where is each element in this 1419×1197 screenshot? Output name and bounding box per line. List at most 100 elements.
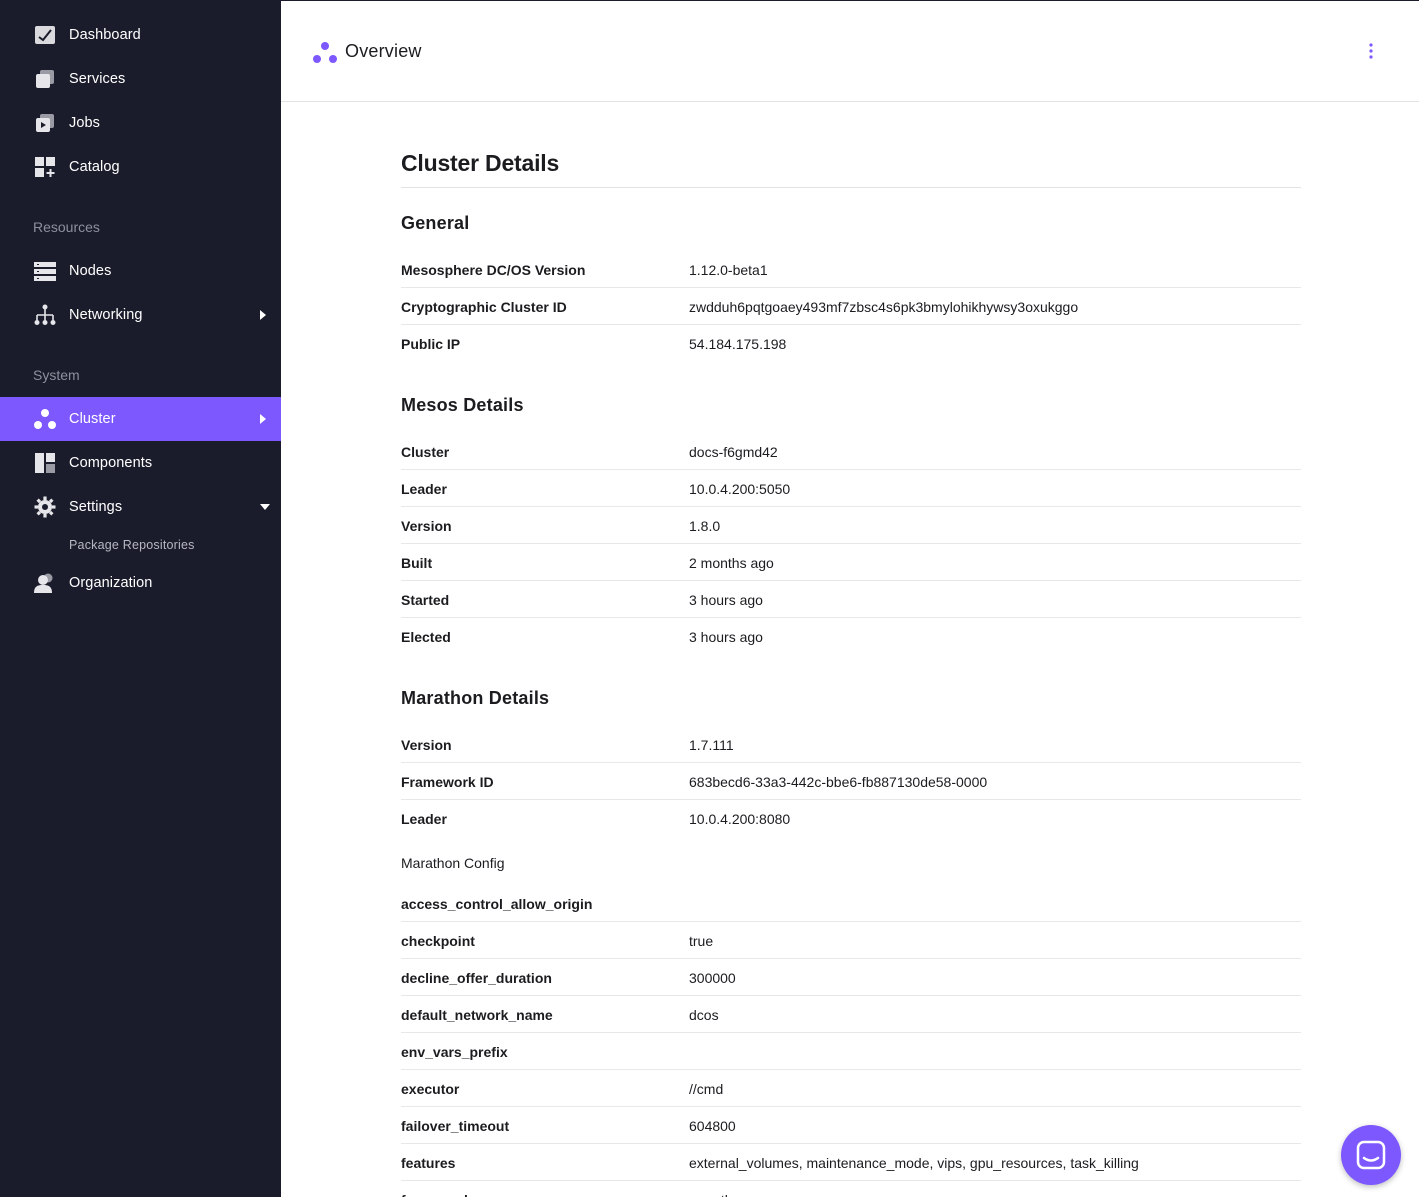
- detail-value: docs-f6gmd42: [689, 444, 778, 460]
- detail-value: dcos: [689, 1007, 719, 1023]
- sidebar-item-label: Components: [69, 455, 153, 471]
- detail-row: framework_name marathon: [401, 1181, 1301, 1197]
- detail-row: decline_offer_duration 300000: [401, 959, 1301, 996]
- detail-key: Framework ID: [401, 774, 494, 790]
- sidebar-item-components[interactable]: Components: [0, 441, 281, 485]
- detail-value: zwdduh6pqtgoaey493mf7zbsc4s6pk3bmylohikh…: [689, 299, 1079, 315]
- cluster-details-heading: Cluster Details: [401, 150, 560, 176]
- divider: [401, 187, 1301, 188]
- detail-key: Cluster: [401, 444, 450, 460]
- detail-key: env_vars_prefix: [401, 1044, 508, 1060]
- detail-key: Version: [401, 518, 452, 534]
- services-icon: [36, 70, 54, 88]
- detail-key: checkpoint: [401, 933, 475, 949]
- catalog-icon: [35, 157, 55, 177]
- mesos-details-heading: Mesos Details: [401, 395, 524, 415]
- sidebar-item-catalog[interactable]: Catalog: [0, 145, 281, 189]
- detail-row: env_vars_prefix: [401, 1033, 1301, 1070]
- sidebar-item-cluster[interactable]: Cluster: [0, 397, 281, 441]
- sidebar-item-label: Services: [69, 71, 126, 87]
- detail-value: 1.8.0: [689, 518, 721, 534]
- sidebar-section-resources: Resources: [33, 219, 100, 235]
- dashboard-icon: [35, 26, 55, 44]
- nodes-icon: [34, 262, 56, 281]
- app-root: Dashboard Services Jobs Catalog Resource…: [0, 0, 1419, 1197]
- sidebar: Dashboard Services Jobs Catalog Resource…: [0, 0, 281, 1197]
- sidebar-item-dashboard[interactable]: Dashboard: [0, 13, 281, 57]
- detail-value: 10.0.4.200:8080: [689, 811, 791, 827]
- detail-key: features: [401, 1155, 456, 1171]
- detail-value: external_volumes, maintenance_mode, vips…: [689, 1155, 1139, 1171]
- detail-row: Cluster docs-f6gmd42: [401, 433, 1301, 470]
- detail-value: 10.0.4.200:5050: [689, 481, 791, 497]
- detail-row: Leader 10.0.4.200:5050: [401, 470, 1301, 507]
- sidebar-item-label: Nodes: [69, 263, 112, 279]
- detail-value: 54.184.175.198: [689, 336, 787, 352]
- detail-key: Leader: [401, 481, 447, 497]
- detail-row: default_network_name dcos: [401, 996, 1301, 1033]
- detail-value: 604800: [689, 1118, 736, 1134]
- detail-key: decline_offer_duration: [401, 970, 552, 986]
- sidebar-item-label: Catalog: [69, 159, 120, 175]
- detail-key: Built: [401, 555, 433, 571]
- detail-key: Elected: [401, 629, 451, 645]
- detail-value: 3 hours ago: [689, 629, 763, 645]
- detail-value: true: [689, 933, 714, 949]
- marathon-config-label: Marathon Config: [401, 855, 505, 871]
- detail-key: Public IP: [401, 336, 461, 352]
- detail-row: Leader 10.0.4.200:8080: [401, 800, 1301, 837]
- detail-key: Cryptographic Cluster ID: [401, 299, 567, 315]
- components-icon: [35, 453, 55, 473]
- detail-row: Built 2 months ago: [401, 544, 1301, 581]
- chevron-right-icon: [260, 414, 266, 424]
- detail-row: failover_timeout 604800: [401, 1107, 1301, 1144]
- organization-icon: [34, 573, 53, 593]
- networking-icon: [34, 304, 56, 325]
- sidebar-item-label: Networking: [69, 307, 143, 323]
- sidebar-item-services[interactable]: Services: [0, 57, 281, 101]
- detail-key: Version: [401, 737, 452, 753]
- detail-key: framework_name: [401, 1192, 516, 1197]
- chat-icon: [1356, 1140, 1386, 1170]
- detail-row: executor //cmd: [401, 1070, 1301, 1107]
- gear-icon: [34, 496, 56, 518]
- sidebar-item-networking[interactable]: Networking: [0, 293, 281, 337]
- marathon-details-heading: Marathon Details: [401, 688, 550, 708]
- detail-row: features external_volumes, maintenance_mo…: [401, 1144, 1301, 1181]
- detail-key: default_network_name: [401, 1007, 553, 1023]
- more-options-icon[interactable]: [1363, 41, 1379, 61]
- detail-row: Public IP 54.184.175.198: [401, 325, 1301, 362]
- detail-row: checkpoint true: [401, 922, 1301, 959]
- sidebar-subitem-package-repositories[interactable]: Package Repositories: [69, 538, 195, 552]
- sidebar-section-system: System: [33, 367, 80, 383]
- sidebar-item-nodes[interactable]: Nodes: [0, 249, 281, 293]
- detail-value: //cmd: [689, 1081, 724, 1097]
- chevron-down-icon: [260, 504, 270, 510]
- chevron-right-icon: [260, 310, 266, 320]
- sidebar-item-jobs[interactable]: Jobs: [0, 101, 281, 145]
- detail-key: Started: [401, 592, 450, 608]
- jobs-icon: [36, 114, 54, 132]
- cluster-icon: [34, 409, 56, 429]
- sidebar-item-settings[interactable]: Settings: [0, 485, 281, 529]
- page-title: Overview: [345, 41, 422, 61]
- detail-row: Elected 3 hours ago: [401, 618, 1301, 655]
- detail-row: Version 1.7.111: [401, 726, 1301, 763]
- detail-row: access_control_allow_origin: [401, 885, 1301, 922]
- sidebar-item-organization[interactable]: Organization: [0, 561, 281, 605]
- page-header: Overview: [281, 0, 1419, 102]
- detail-key: Mesosphere DC/OS Version: [401, 262, 586, 278]
- detail-value: marathon: [689, 1192, 748, 1197]
- sidebar-item-label: Jobs: [69, 115, 101, 131]
- detail-value: 2 months ago: [689, 555, 774, 571]
- detail-row: Framework ID 683becd6-33a3-442c-bbe6-fb88…: [401, 763, 1301, 800]
- detail-row: Version 1.8.0: [401, 507, 1301, 544]
- detail-row: Mesosphere DC/OS Version 1.12.0-beta1: [401, 251, 1301, 288]
- sidebar-item-label: Settings: [69, 499, 123, 515]
- general-heading: General: [401, 213, 470, 233]
- detail-value: 1.12.0-beta1: [689, 262, 768, 278]
- detail-row: Cryptographic Cluster ID zwdduh6pqtgoaey4…: [401, 288, 1301, 325]
- detail-key: failover_timeout: [401, 1118, 510, 1134]
- chat-button[interactable]: [1341, 1125, 1401, 1185]
- detail-key: Leader: [401, 811, 447, 827]
